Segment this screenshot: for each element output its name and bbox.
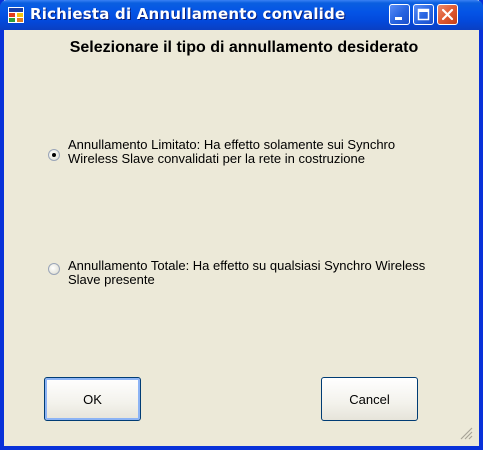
minimize-button[interactable] xyxy=(389,4,410,25)
close-button[interactable] xyxy=(437,4,458,25)
maximize-button[interactable] xyxy=(413,4,434,25)
application-icon xyxy=(8,7,24,23)
option-total-label[interactable]: Annullamento Totale: Ha effetto su quals… xyxy=(68,259,448,287)
maximize-icon xyxy=(417,8,430,21)
cancel-button[interactable]: Cancel xyxy=(321,377,418,421)
window-title: Richiesta di Annullamento convalide xyxy=(30,5,346,23)
radio-limited[interactable] xyxy=(48,149,60,161)
option-limited-label[interactable]: Annullamento Limitato: Ha effetto solame… xyxy=(68,138,448,166)
radio-total[interactable] xyxy=(48,263,60,275)
ok-button[interactable]: OK xyxy=(44,377,141,421)
radio-selected-dot xyxy=(52,153,56,157)
dialog-heading: Selezionare il tipo di annullamento desi… xyxy=(69,39,419,56)
close-icon xyxy=(441,8,454,21)
minimize-icon xyxy=(395,17,402,20)
ok-button-label: OK xyxy=(83,391,102,407)
title-bar[interactable]: Richiesta di Annullamento convalide xyxy=(0,0,483,30)
dialog-window: Richiesta di Annullamento convalide Sele… xyxy=(0,0,483,450)
resize-grip-icon[interactable] xyxy=(459,426,473,440)
cancel-button-label: Cancel xyxy=(349,391,390,407)
